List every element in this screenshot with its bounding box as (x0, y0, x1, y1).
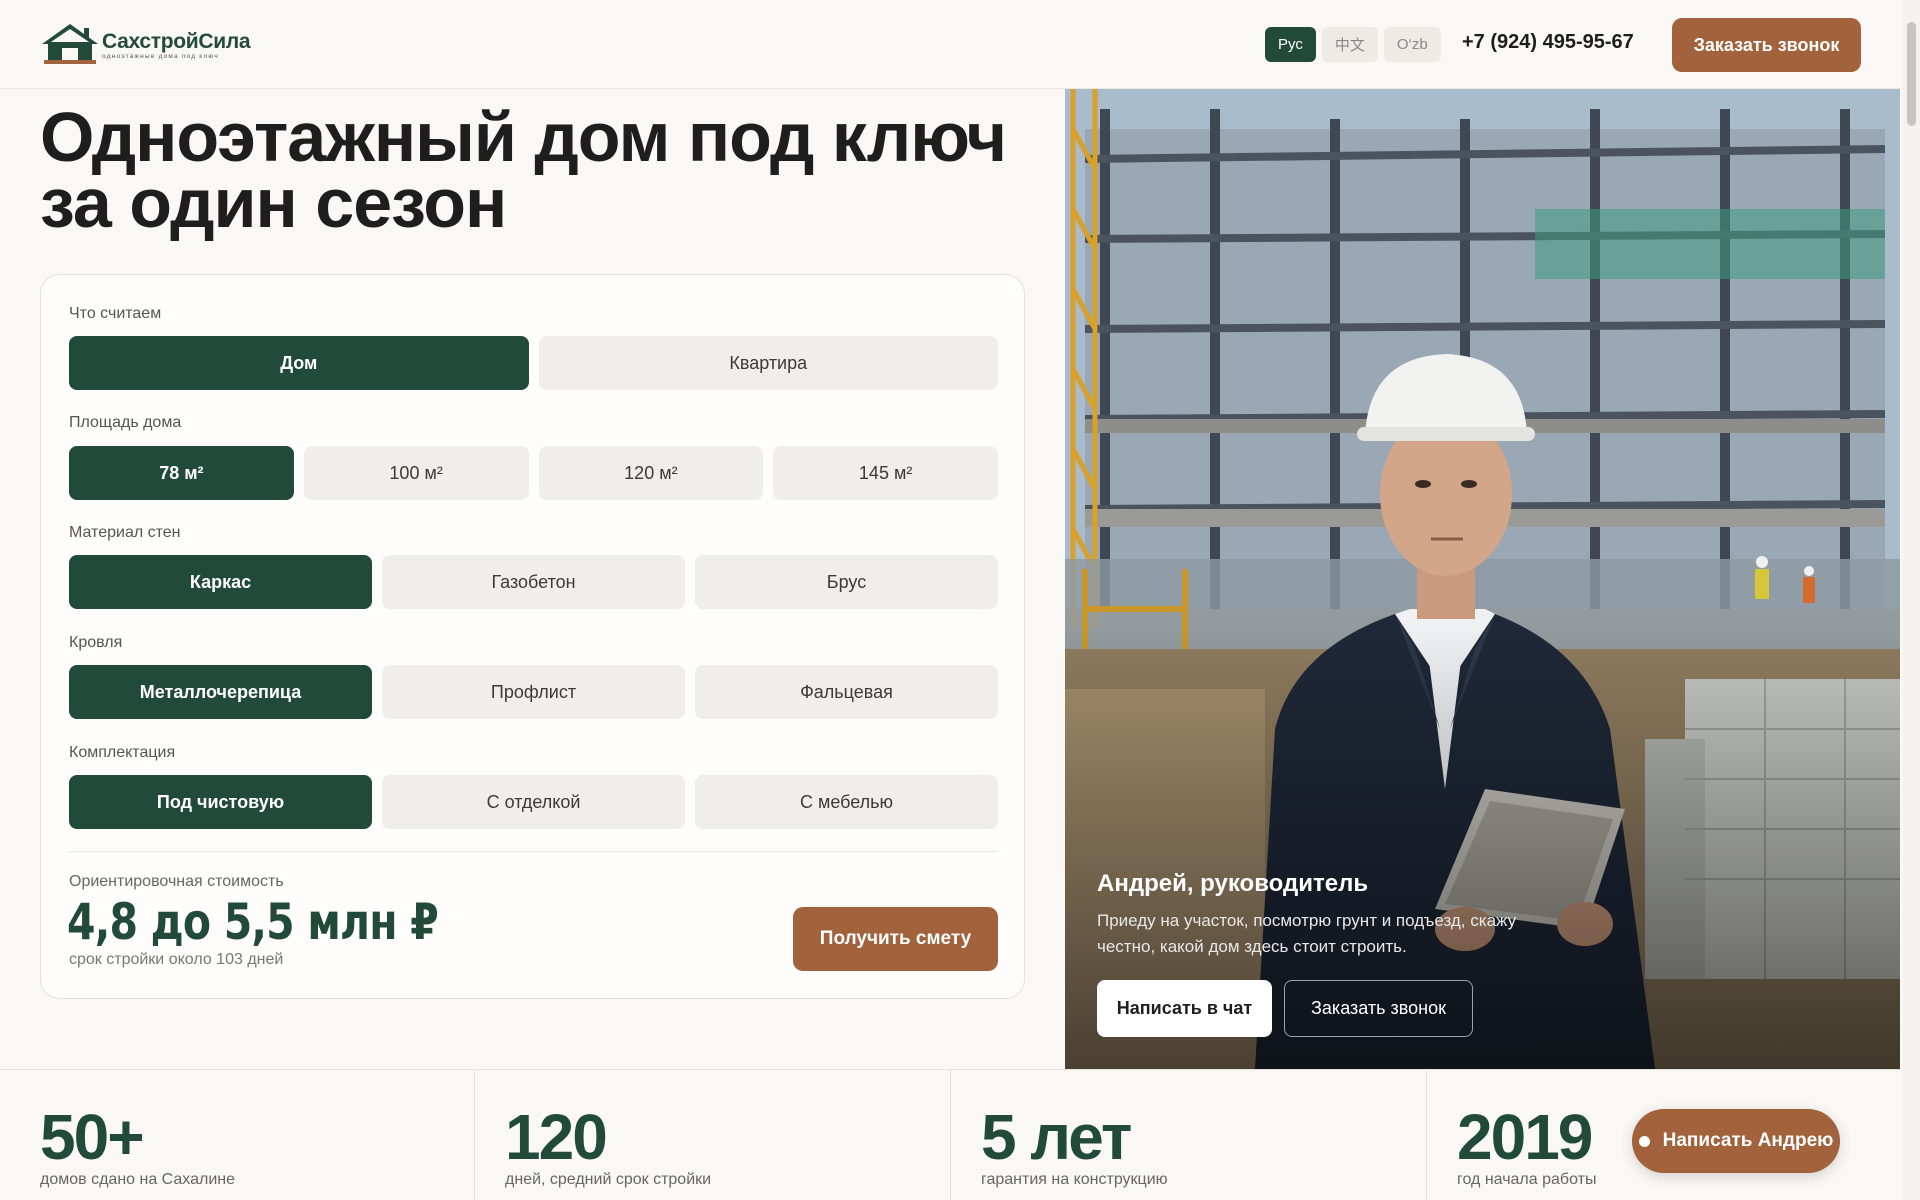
stat-separator (1426, 1070, 1427, 1200)
stat-label: год начала работы (1457, 1171, 1597, 1188)
option-frame[interactable]: Каркас (69, 555, 372, 609)
lang-zh-button[interactable]: 中文 (1321, 27, 1378, 62)
option-with-finish[interactable]: С отделкой (382, 775, 685, 829)
language-switcher: Рус 中文 O‘zb (1265, 27, 1441, 62)
build-time-note: срок стройки около 103 дней (69, 951, 284, 968)
calc-divider (69, 851, 998, 852)
cost-label: Ориентировочная стоимость (69, 873, 284, 890)
area-label: Площадь дома (69, 414, 182, 431)
manager-description: Приеду на участок, посмотрю грунт и подъ… (1097, 911, 1517, 956)
logo[interactable]: СахстройСила одноэтажные дома под ключ (40, 22, 251, 66)
house-logo-icon (42, 24, 98, 64)
page-title: Одноэтажный дом под ключ за один сезон (40, 98, 1007, 242)
scrollbar[interactable] (1903, 0, 1920, 1200)
manager-name: Андрей, руководитель (1097, 870, 1369, 897)
write-to-andrey-button[interactable]: Написать Андрею (1632, 1109, 1840, 1173)
online-indicator-icon (1638, 1135, 1650, 1147)
site-header: СахстройСила одноэтажные дома под ключ Р… (0, 0, 1900, 89)
option-timber[interactable]: Брус (695, 555, 998, 609)
finish-options: Под чистовую С отделкой С мебелью (69, 775, 998, 829)
scrollbar-thumb[interactable] (1907, 22, 1916, 126)
option-profiled-sheet[interactable]: Профлист (382, 665, 685, 719)
logo-tagline: одноэтажные дома под ключ (102, 53, 219, 60)
stat-label: гарантия на конструкцию (981, 1171, 1168, 1188)
stat-value: 50+ (40, 1101, 145, 1173)
wall-material-options: Каркас Газобетон Брус (69, 555, 998, 609)
option-aerated-concrete[interactable]: Газобетон (382, 555, 685, 609)
manager-photo: Андрей, руководитель Приеду на участок, … (1065, 89, 1900, 1069)
calc-type-options: Дом Квартира (69, 336, 998, 390)
option-area-100[interactable]: 100 м² (303, 446, 529, 500)
cost-value: 4,8 до 5,5 млн ₽ (67, 893, 439, 951)
finish-label: Комплектация (69, 744, 176, 761)
roof-options: Металлочерепица Профлист Фальцевая (69, 665, 998, 719)
option-area-145[interactable]: 145 м² (773, 446, 998, 500)
phone-link[interactable]: +7 (924) 495-95-67 (1462, 31, 1634, 54)
order-call-button[interactable]: Заказать звонок (1672, 18, 1861, 72)
calc-type-label: Что считаем (69, 305, 162, 322)
option-area-78[interactable]: 78 м² (69, 446, 294, 500)
stat-separator (950, 1070, 951, 1200)
wall-material-label: Материал стен (69, 524, 181, 541)
stat-value: 2019 (1457, 1101, 1593, 1173)
stats-bar: 50+ домов сдано на Сахалине 120 дней, ср… (0, 1069, 1900, 1200)
lang-ru-button[interactable]: Рус (1265, 27, 1316, 62)
stat-value: 120 (505, 1101, 608, 1173)
logo-name: СахстройСила (102, 30, 251, 53)
lang-uz-button[interactable]: O‘zb (1383, 27, 1441, 62)
option-metal-tile[interactable]: Металлочерепица (69, 665, 372, 719)
stat-separator (474, 1070, 475, 1200)
stat-label: дней, средний срок стройки (505, 1171, 712, 1188)
option-house[interactable]: Дом (69, 336, 529, 390)
area-options: 78 м² 100 м² 120 м² 145 м² (69, 446, 998, 500)
option-area-120[interactable]: 120 м² (538, 446, 764, 500)
write-to-chat-button[interactable]: Написать в чат (1097, 980, 1272, 1037)
roof-label: Кровля (69, 634, 123, 651)
option-apartment[interactable]: Квартира (538, 336, 998, 390)
cost-calculator: Что считаем Дом Квартира Площадь дома 78… (40, 274, 1025, 999)
get-estimate-button[interactable]: Получить смету (793, 907, 998, 971)
option-seam-roof[interactable]: Фальцевая (695, 665, 998, 719)
option-pre-finish[interactable]: Под чистовую (69, 775, 372, 829)
stat-label: домов сдано на Сахалине (40, 1171, 236, 1188)
stat-value: 5 лет (981, 1101, 1132, 1173)
write-to-andrey-label: Написать Андрею (1662, 1130, 1834, 1151)
option-with-furniture[interactable]: С мебелью (695, 775, 998, 829)
order-call-secondary-button[interactable]: Заказать звонок (1284, 980, 1473, 1037)
